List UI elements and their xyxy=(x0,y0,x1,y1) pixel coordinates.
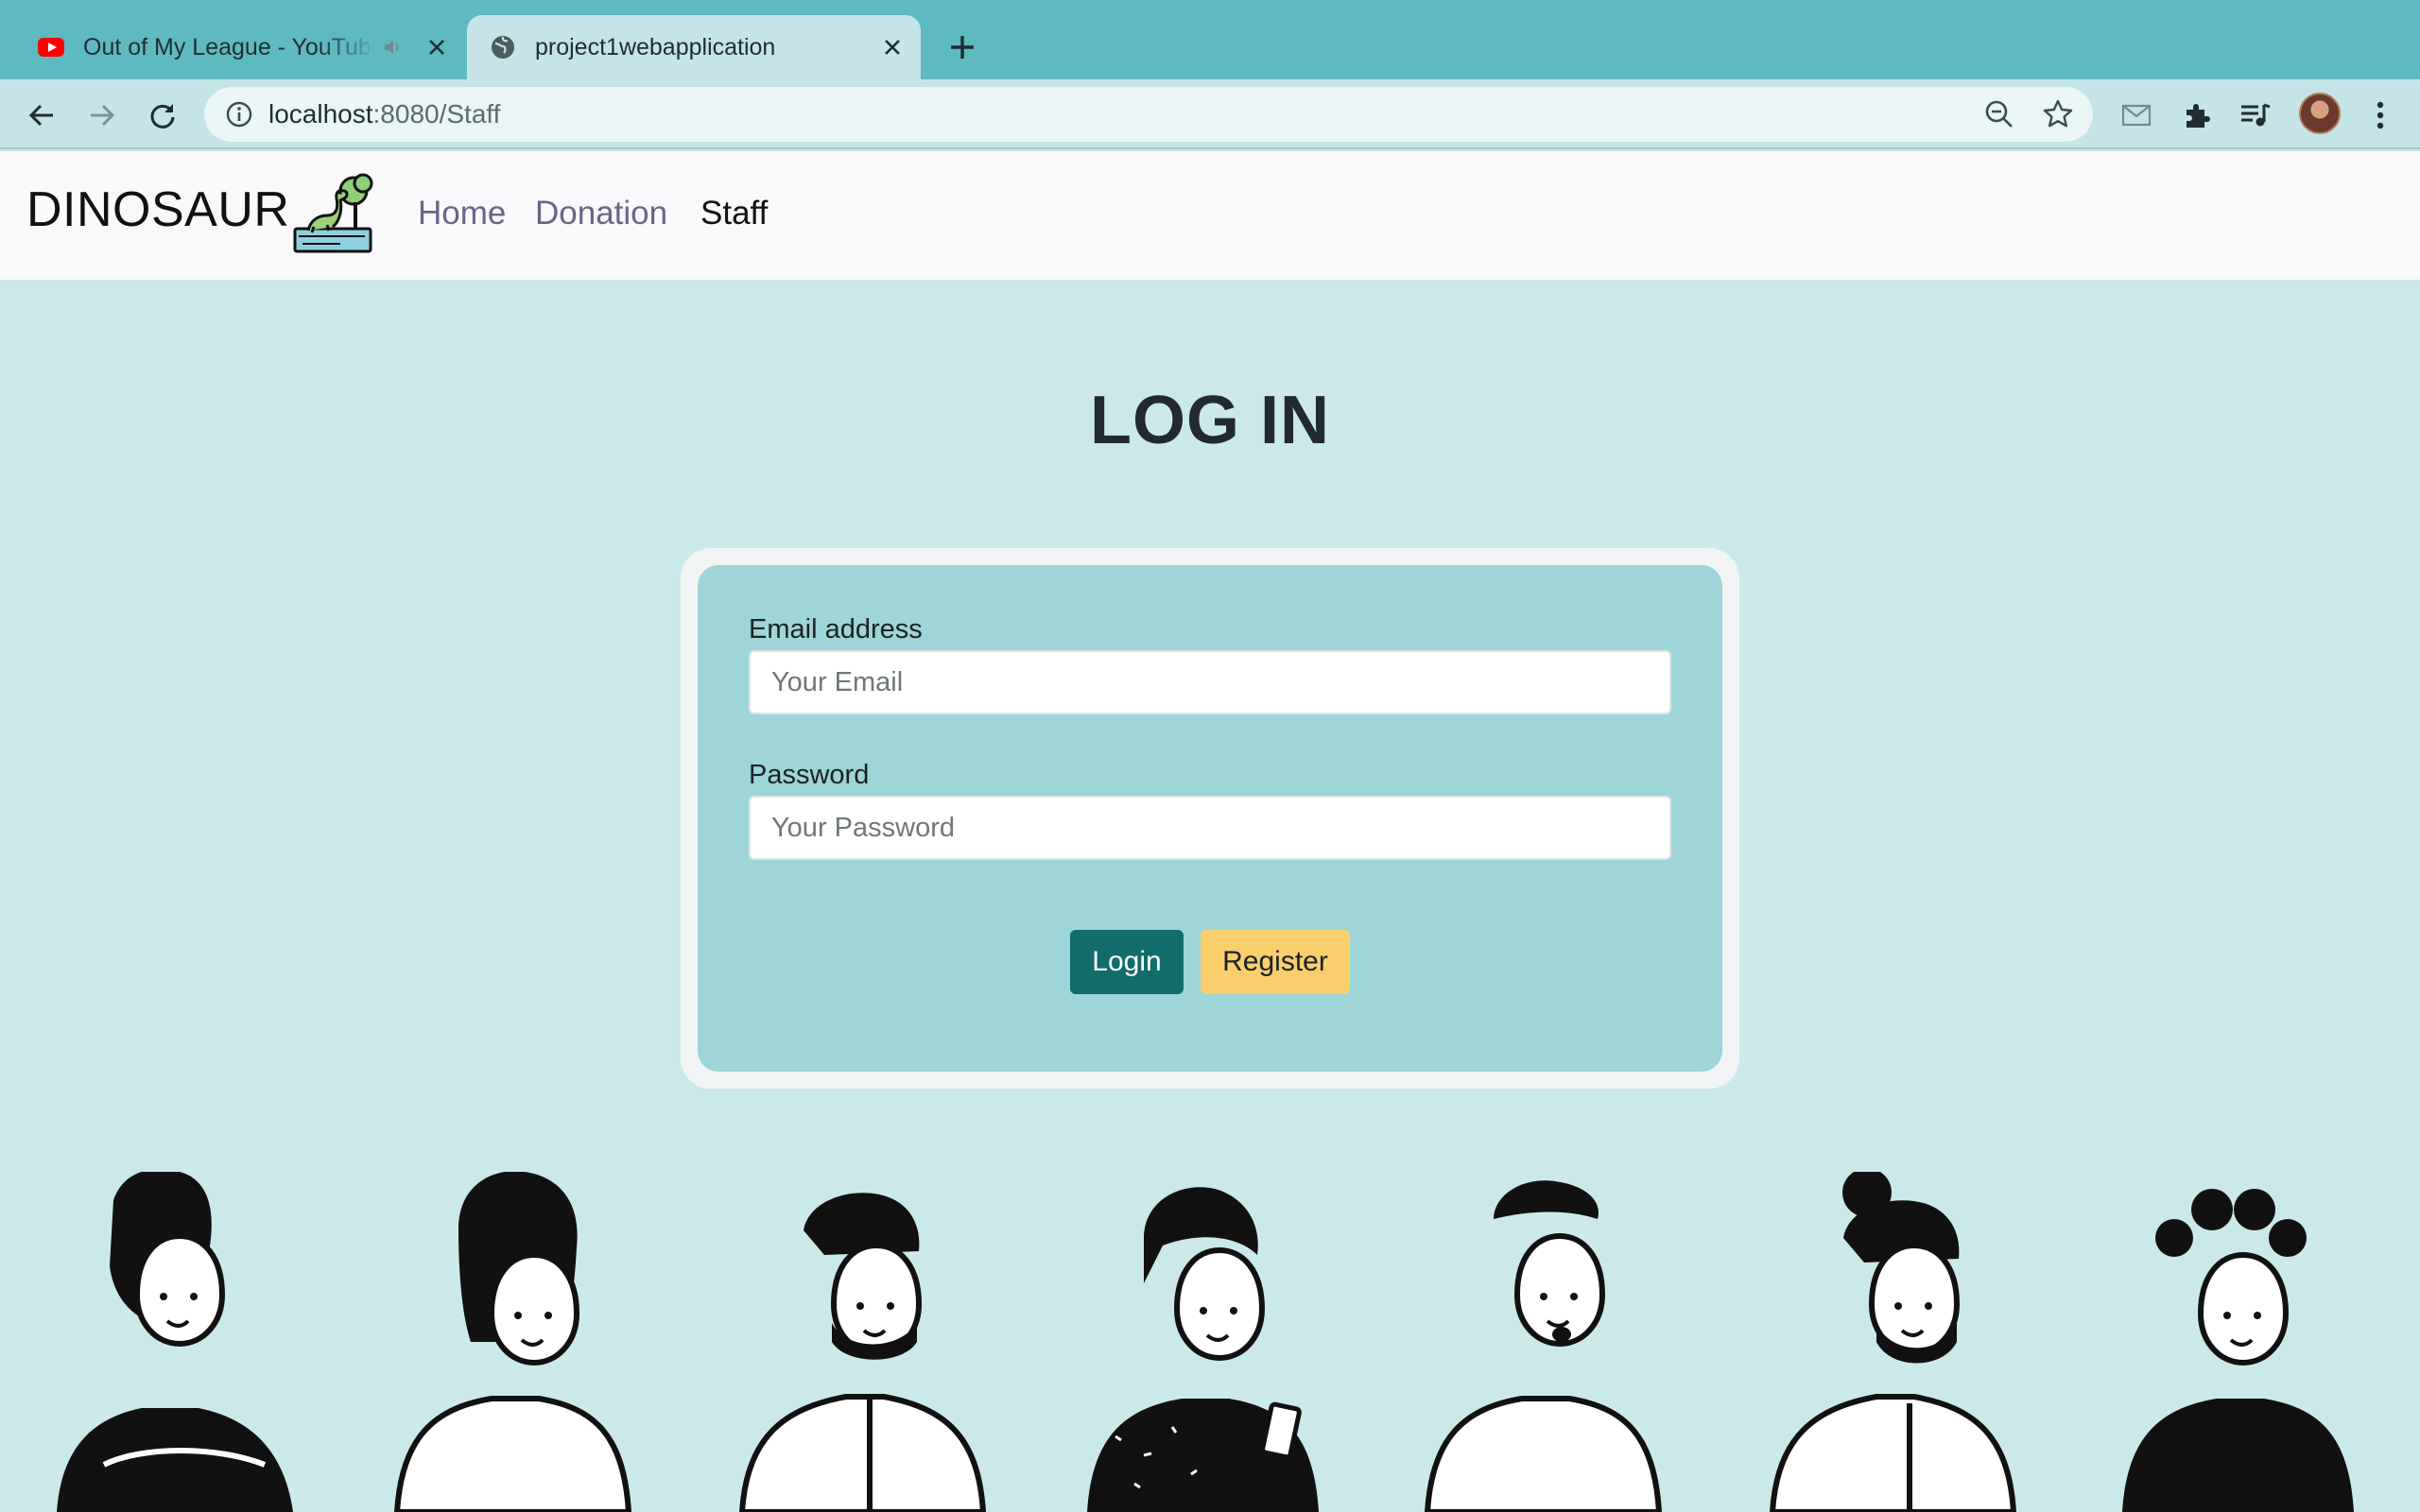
dinosaur-logo-icon xyxy=(289,170,378,262)
login-card-frame: Email address Password Login Register xyxy=(681,548,1739,1089)
tab-title: project1webapplication xyxy=(535,33,776,60)
address-bar[interactable]: localhost:8080/Staff xyxy=(204,87,2093,142)
profile-avatar[interactable] xyxy=(2299,93,2341,134)
person-5 xyxy=(1424,1180,1663,1512)
tab-youtube[interactable]: Out of My League - YouTube xyxy=(0,15,465,79)
person-7 xyxy=(2122,1189,2354,1512)
kebab-menu-icon[interactable] xyxy=(2360,94,2401,136)
globe-icon xyxy=(490,34,516,60)
people-illustration xyxy=(57,1172,2354,1512)
mail-extension-icon[interactable] xyxy=(2116,94,2157,136)
bookmark-star-icon[interactable] xyxy=(2042,98,2074,130)
password-field[interactable] xyxy=(749,796,1671,860)
person-6 xyxy=(1769,1172,2017,1512)
browser-toolbar: localhost:8080/Staff xyxy=(0,79,2420,149)
browser-tab-strip: Out of My League - YouTube project1webap… xyxy=(0,0,2420,79)
forward-arrow-icon[interactable] xyxy=(81,94,123,136)
url-text: localhost:8080/Staff xyxy=(268,99,501,129)
email-field[interactable] xyxy=(749,650,1671,714)
page-title: LOG IN xyxy=(1090,383,1330,458)
nav-link-donation[interactable]: Donation xyxy=(535,195,667,232)
media-queue-icon[interactable] xyxy=(2235,94,2276,136)
password-label: Password xyxy=(749,760,870,790)
close-tab-icon[interactable] xyxy=(424,34,450,60)
tab-project1webapplication[interactable]: project1webapplication xyxy=(467,15,921,79)
youtube-icon xyxy=(38,34,64,60)
site-info-icon[interactable] xyxy=(225,100,253,129)
person-2 xyxy=(393,1172,632,1512)
reload-icon[interactable] xyxy=(142,94,183,136)
new-tab-icon[interactable] xyxy=(943,28,981,66)
zoom-icon[interactable] xyxy=(1983,98,2015,130)
tab-title: Out of My League - YouTube xyxy=(83,33,376,60)
extensions-puzzle-icon[interactable] xyxy=(2176,94,2218,136)
nav-link-staff[interactable]: Staff xyxy=(700,195,768,232)
site-navbar: DINOSAUR Home Donation Staff xyxy=(0,151,2420,280)
speaker-icon[interactable] xyxy=(382,37,405,58)
person-1 xyxy=(57,1172,293,1512)
back-arrow-icon[interactable] xyxy=(21,94,62,136)
person-4 xyxy=(1087,1187,1319,1512)
register-button[interactable]: Register xyxy=(1201,930,1350,994)
person-3 xyxy=(738,1193,987,1512)
nav-link-home[interactable]: Home xyxy=(418,195,506,232)
email-label: Email address xyxy=(749,614,923,644)
login-button[interactable]: Login xyxy=(1070,930,1184,994)
login-form: Email address Password Login Register xyxy=(698,565,1722,1072)
close-tab-icon[interactable] xyxy=(879,34,906,60)
brand-name[interactable]: DINOSAUR xyxy=(26,181,289,238)
